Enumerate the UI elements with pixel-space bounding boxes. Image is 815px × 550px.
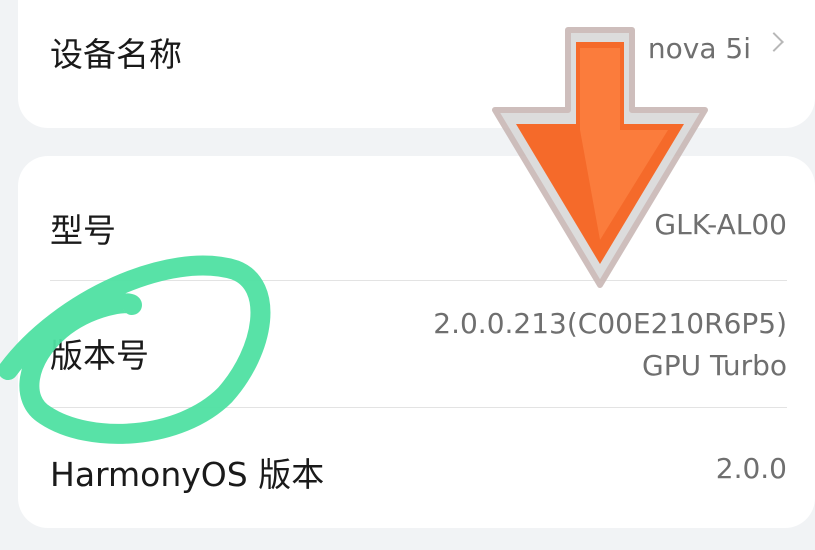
device-name-card: 设备名称 nova 5i — [18, 0, 815, 128]
build-number-subvalue: GPU Turbo — [642, 349, 787, 382]
harmonyos-version-row: HarmonyOS 版本 2.0.0 — [18, 408, 815, 528]
harmonyos-version-label: HarmonyOS 版本 — [50, 455, 325, 494]
device-info-card: 型号 GLK-AL00 版本号 2.0.0.213(C00E210R6P5) G… — [18, 156, 815, 528]
model-value: GLK-AL00 — [654, 208, 787, 241]
harmonyos-version-value: 2.0.0 — [715, 452, 787, 485]
model-label: 型号 — [50, 211, 116, 250]
build-number-row[interactable]: 版本号 2.0.0.213(C00E210R6P5) GPU Turbo — [18, 281, 815, 407]
model-row: 型号 GLK-AL00 — [18, 156, 815, 280]
chevron-right-icon — [764, 32, 784, 52]
device-name-label: 设备名称 — [50, 35, 182, 74]
device-name-value: nova 5i — [647, 32, 751, 65]
build-number-value: 2.0.0.213(C00E210R6P5) — [433, 307, 787, 340]
build-number-label: 版本号 — [50, 336, 149, 375]
device-name-row[interactable]: 设备名称 nova 5i — [18, 0, 815, 128]
